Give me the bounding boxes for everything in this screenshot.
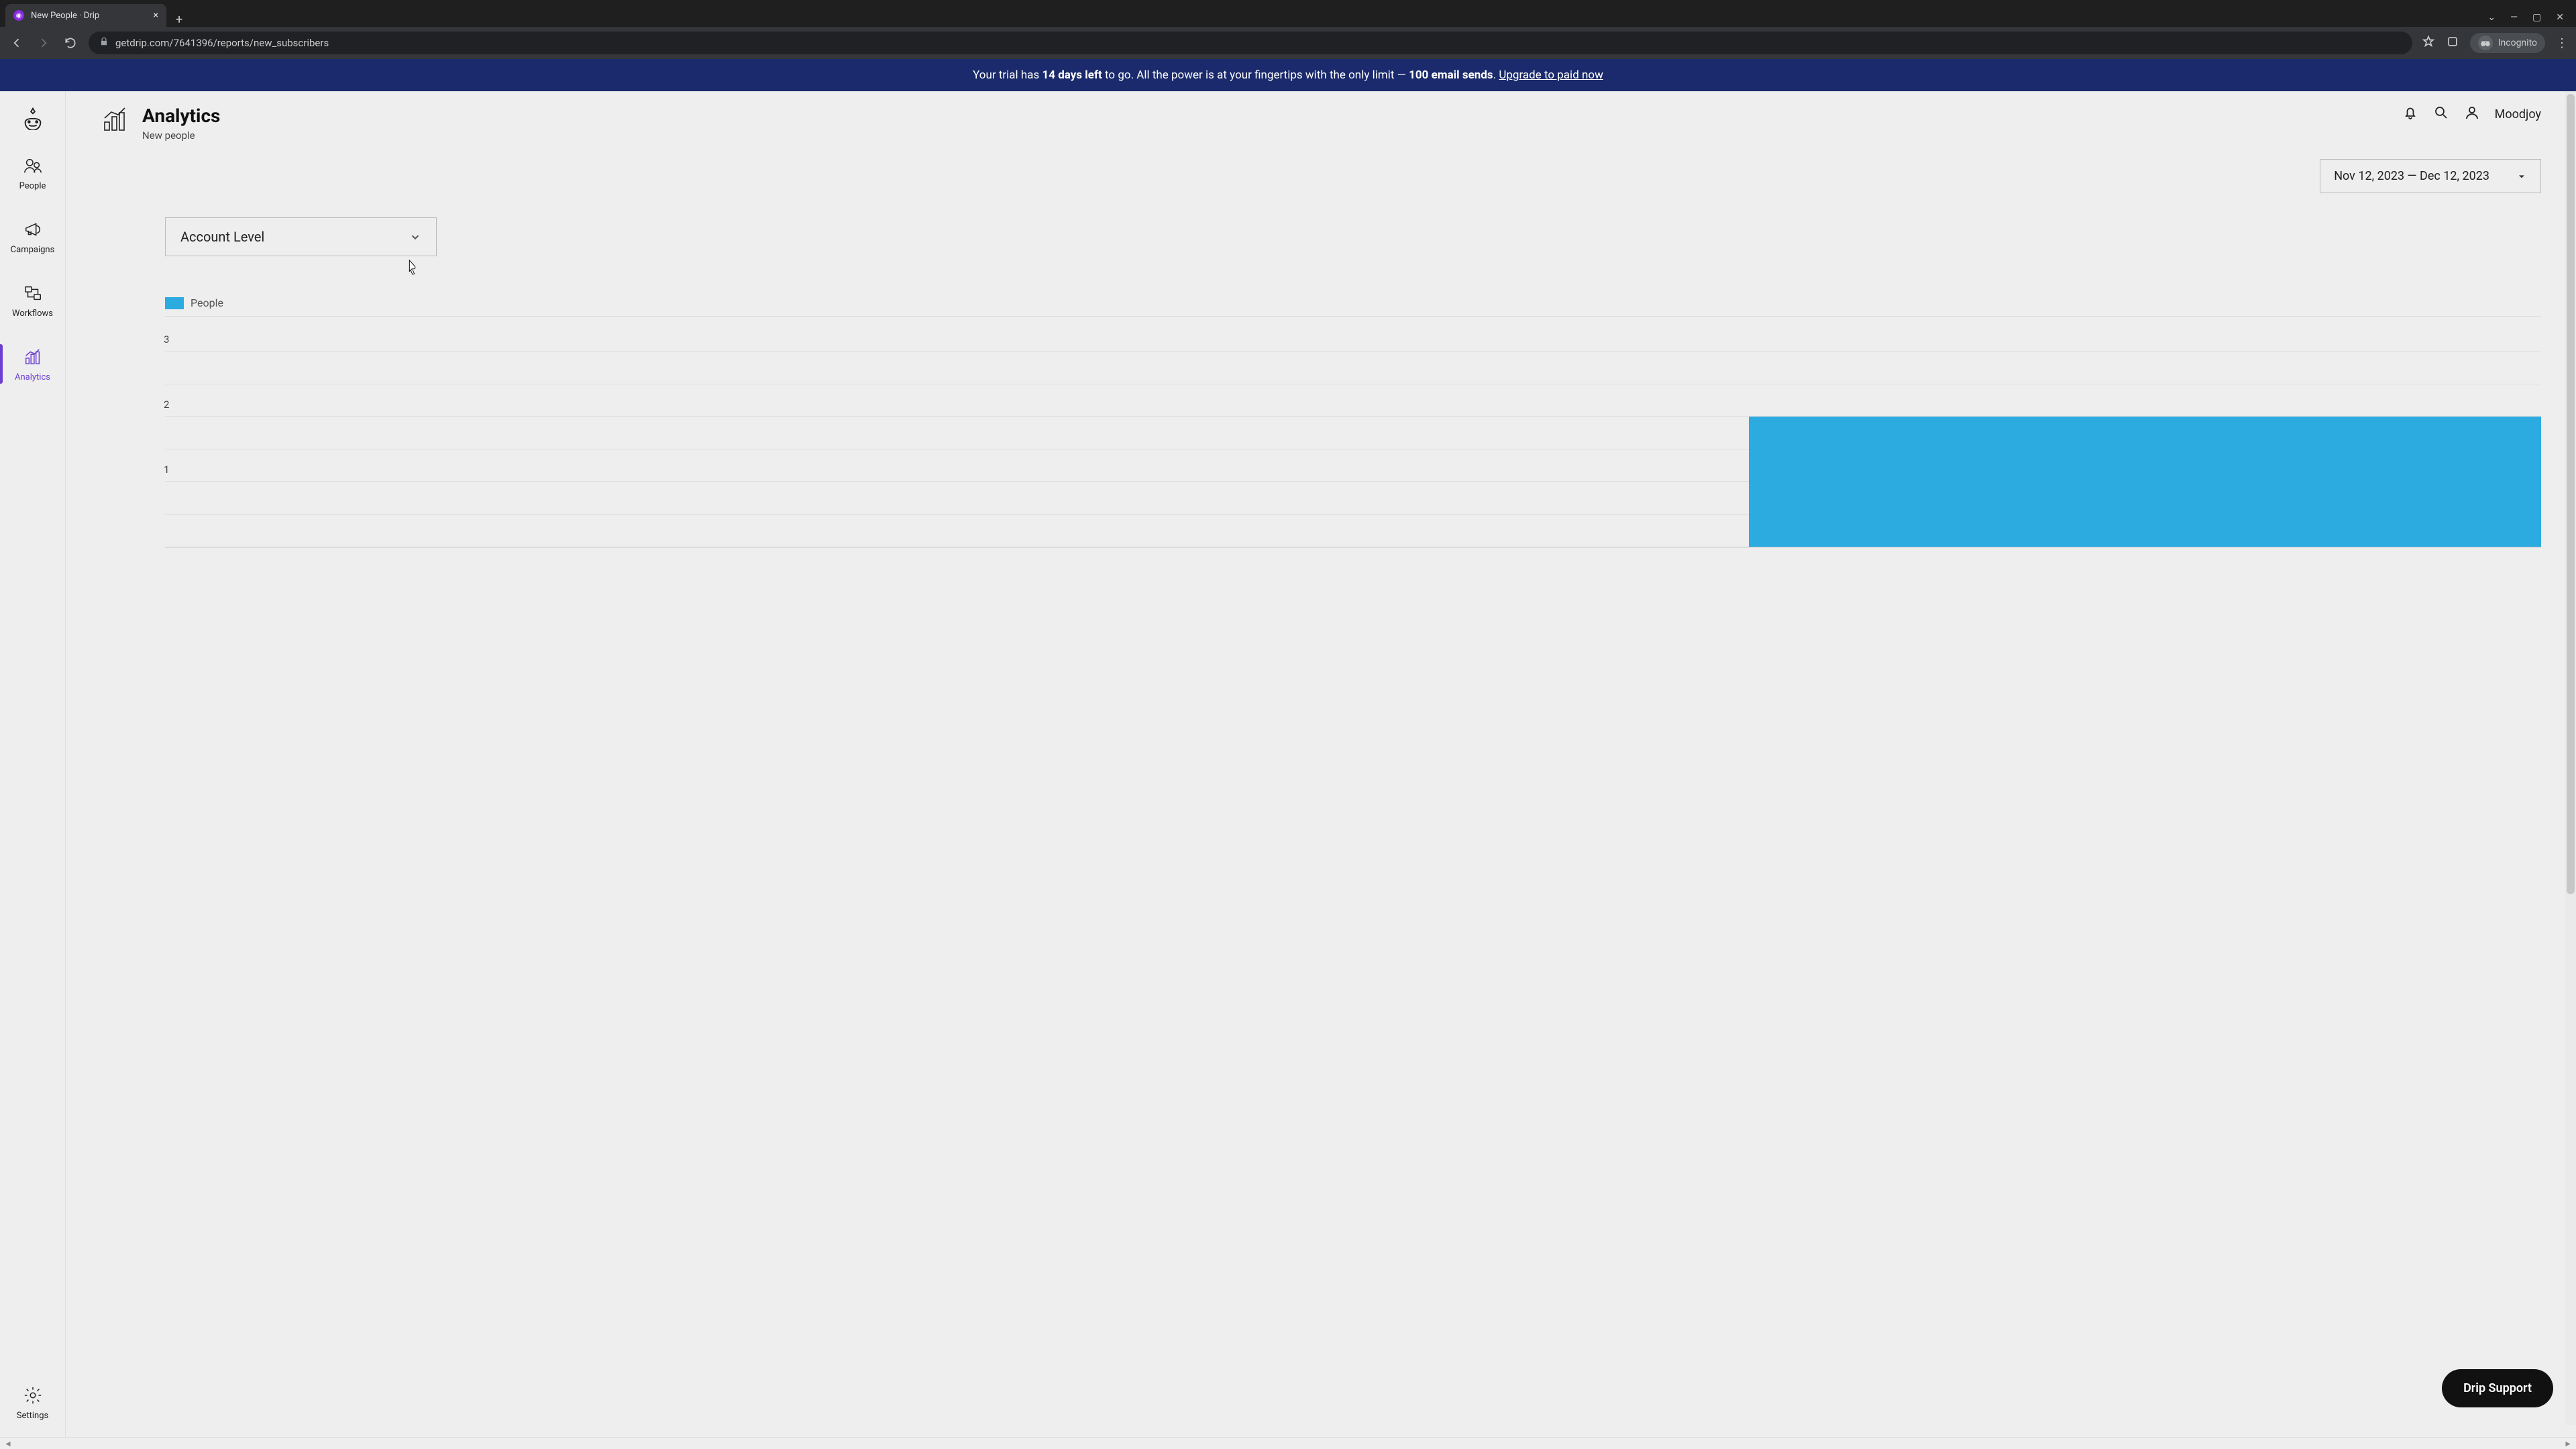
page-title: Analytics (142, 105, 220, 127)
close-window-button[interactable]: ✕ (2556, 12, 2564, 23)
upgrade-link[interactable]: Upgrade to paid now (1499, 68, 1603, 82)
sidebar-item-analytics[interactable]: Analytics (0, 341, 65, 386)
maximize-button[interactable]: ▢ (2532, 12, 2541, 23)
legend-swatch (165, 297, 184, 309)
lock-icon (99, 37, 109, 49)
bar (165, 319, 957, 547)
window-controls: ⌄ — ▢ ✕ (2487, 12, 2576, 27)
reload-button[interactable] (62, 34, 79, 52)
analytics-header-icon (101, 105, 130, 137)
sidebar-label: People (19, 181, 46, 191)
analytics-icon (21, 345, 44, 368)
daterange-label: Nov 12, 2023 — Dec 12, 2023 (2334, 169, 2489, 183)
page-title-block: Analytics New people (101, 105, 220, 142)
notifications-icon[interactable] (2402, 105, 2418, 123)
page-subtitle: New people (142, 129, 220, 142)
page: Your trial has 14 days left to go. All t… (0, 59, 2576, 1449)
legend-label: People (191, 297, 223, 309)
banner-limit: 100 email sends (1409, 68, 1493, 82)
url-text: getdrip.com/7641396/reports/new_subscrib… (115, 37, 329, 49)
minimize-button[interactable]: — (2510, 12, 2518, 23)
sidebar-item-people[interactable]: People (0, 150, 65, 195)
chevron-down-icon (409, 231, 421, 243)
scroll-right-icon[interactable]: ► (2564, 1439, 2572, 1448)
back-button[interactable] (8, 34, 25, 52)
drip-favicon: ◉ (13, 10, 24, 21)
vertical-scrollbar[interactable] (2565, 91, 2576, 1425)
bar (1749, 319, 2541, 547)
support-label: Drip Support (2463, 1381, 2532, 1395)
level-dropdown[interactable]: Account Level (165, 217, 437, 256)
sidebar: People Campaigns Workflows Analytics (0, 91, 66, 1437)
browser-toolbar: getdrip.com/7641396/reports/new_subscrib… (0, 27, 2576, 59)
support-button[interactable]: Drip Support (2442, 1369, 2553, 1407)
bar-chart: 123 (165, 319, 2541, 547)
sidebar-item-workflows[interactable]: Workflows (0, 278, 65, 323)
trial-banner: Your trial has 14 days left to go. All t… (0, 59, 2576, 91)
horizontal-scrollbar[interactable]: ◄ ► (0, 1437, 2576, 1449)
new-tab-button[interactable]: + (166, 13, 192, 27)
sidebar-label: Workflows (12, 309, 53, 319)
main-content: Analytics New people Moodjoy Nov 12, 202… (66, 91, 2576, 1437)
incognito-badge[interactable]: Incognito (2470, 33, 2545, 53)
tab-title: New People · Drip (31, 11, 99, 21)
incognito-label: Incognito (2498, 38, 2537, 48)
level-label: Account Level (180, 229, 264, 245)
chart-legend: People (165, 290, 2541, 317)
bookmark-icon[interactable] (2422, 35, 2435, 51)
tab-close-icon[interactable]: × (154, 10, 158, 21)
incognito-icon (2478, 36, 2493, 50)
people-icon (21, 154, 44, 177)
megaphone-icon (21, 218, 44, 241)
tabs-dropdown-icon[interactable]: ⌄ (2487, 12, 2496, 23)
address-bar[interactable]: getdrip.com/7641396/reports/new_subscrib… (89, 32, 2412, 54)
gear-icon (21, 1384, 44, 1407)
banner-text-2: to go. All the power is at your fingerti… (1102, 68, 1409, 82)
caret-down-icon (2516, 171, 2527, 182)
banner-text: Your trial has (973, 68, 1042, 82)
user-name[interactable]: Moodjoy (2495, 107, 2541, 121)
forward-button[interactable] (35, 34, 52, 52)
scroll-left-icon[interactable]: ◄ (4, 1439, 12, 1448)
sidebar-label: Campaigns (11, 245, 55, 255)
sidebar-item-campaigns[interactable]: Campaigns (0, 214, 65, 259)
browser-tabbar: ◉ New People · Drip × + ⌄ — ▢ ✕ (0, 0, 2576, 27)
banner-days: 14 days left (1042, 68, 1102, 82)
cursor-pointer-icon (405, 259, 419, 276)
sidebar-label: Settings (17, 1411, 48, 1421)
sidebar-label: Analytics (15, 372, 50, 382)
bar (957, 319, 1750, 547)
chart-container: People 123 (165, 290, 2541, 547)
extensions-icon[interactable] (2446, 35, 2459, 51)
daterange-dropdown[interactable]: Nov 12, 2023 — Dec 12, 2023 (2320, 159, 2541, 193)
workflows-icon (21, 282, 44, 305)
browser-menu-icon[interactable]: ⋮ (2556, 36, 2568, 50)
sidebar-item-settings[interactable]: Settings (0, 1380, 65, 1425)
user-icon[interactable] (2464, 105, 2480, 123)
search-icon[interactable] (2433, 105, 2449, 123)
drip-logo[interactable] (19, 103, 47, 131)
browser-tab[interactable]: ◉ New People · Drip × (5, 4, 166, 27)
